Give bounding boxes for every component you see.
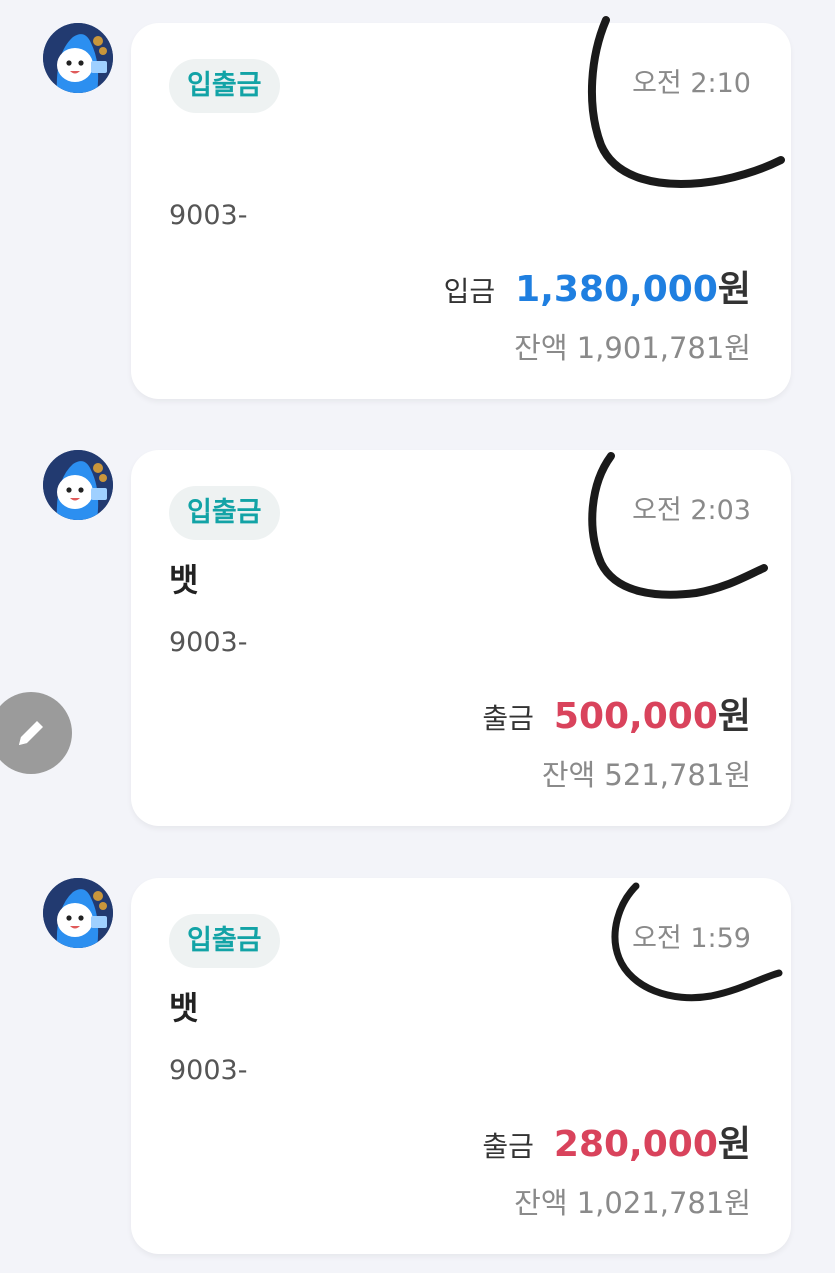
mascot-avatar-icon[interactable]: [43, 23, 113, 93]
amount: 500,000원: [554, 687, 751, 739]
scribble-mark-icon: [587, 16, 785, 189]
currency-unit: 원: [717, 1124, 751, 1165]
amount: 280,000원: [554, 1115, 751, 1167]
currency-unit: 원: [717, 696, 751, 737]
amount-value: 280,000: [553, 1124, 718, 1165]
balance: 잔액 1,021,781원: [514, 1186, 751, 1220]
balance: 잔액 1,901,781원: [514, 331, 751, 365]
counterparty-name: 뱃: [169, 561, 199, 599]
account-number: 9003-: [169, 1055, 248, 1086]
transaction-type: 출금: [482, 1130, 534, 1163]
counterparty-name: 뱃: [169, 989, 199, 1027]
amount-row: 입금 1,380,000원: [444, 260, 751, 312]
amount-row: 출금 500,000원: [482, 687, 751, 739]
mascot-avatar-icon[interactable]: [43, 450, 113, 520]
category-badge: 입출금: [169, 914, 280, 968]
transaction-card[interactable]: 입출금 오전 1:59 뱃 9003- 출금 280,000원 잔액 1,021…: [131, 878, 791, 1254]
transaction-card[interactable]: 입출금 오전 2:10 9003- 입금 1,380,000원 잔액 1,901…: [131, 16, 791, 399]
edit-fab-button[interactable]: [0, 692, 72, 774]
currency-unit: 원: [717, 269, 751, 310]
transaction-time: 오전 2:03: [632, 495, 751, 526]
transaction-time: 오전 1:59: [632, 923, 751, 954]
pencil-icon: [19, 721, 43, 745]
account-number: 9003-: [169, 200, 248, 231]
amount-value: 1,380,000: [515, 269, 718, 310]
scribble-mark-icon: [588, 452, 768, 599]
amount-row: 출금 280,000원: [482, 1115, 751, 1167]
transaction-type: 입금: [443, 275, 496, 308]
transaction-type: 출금: [482, 702, 534, 735]
transaction-card[interactable]: 입출금 오전 2:03 뱃 9003- 출금 500,000원 잔액 521,7…: [131, 450, 791, 826]
balance: 잔액 521,781원: [541, 758, 751, 792]
amount-value: 500,000: [553, 696, 718, 737]
mascot-avatar-icon[interactable]: [43, 878, 113, 948]
amount: 1,380,000원: [515, 260, 751, 312]
account-number: 9003-: [169, 627, 248, 658]
category-badge: 입출금: [169, 486, 280, 540]
transaction-time: 오전 2:10: [632, 68, 751, 99]
category-badge: 입출금: [169, 59, 280, 113]
